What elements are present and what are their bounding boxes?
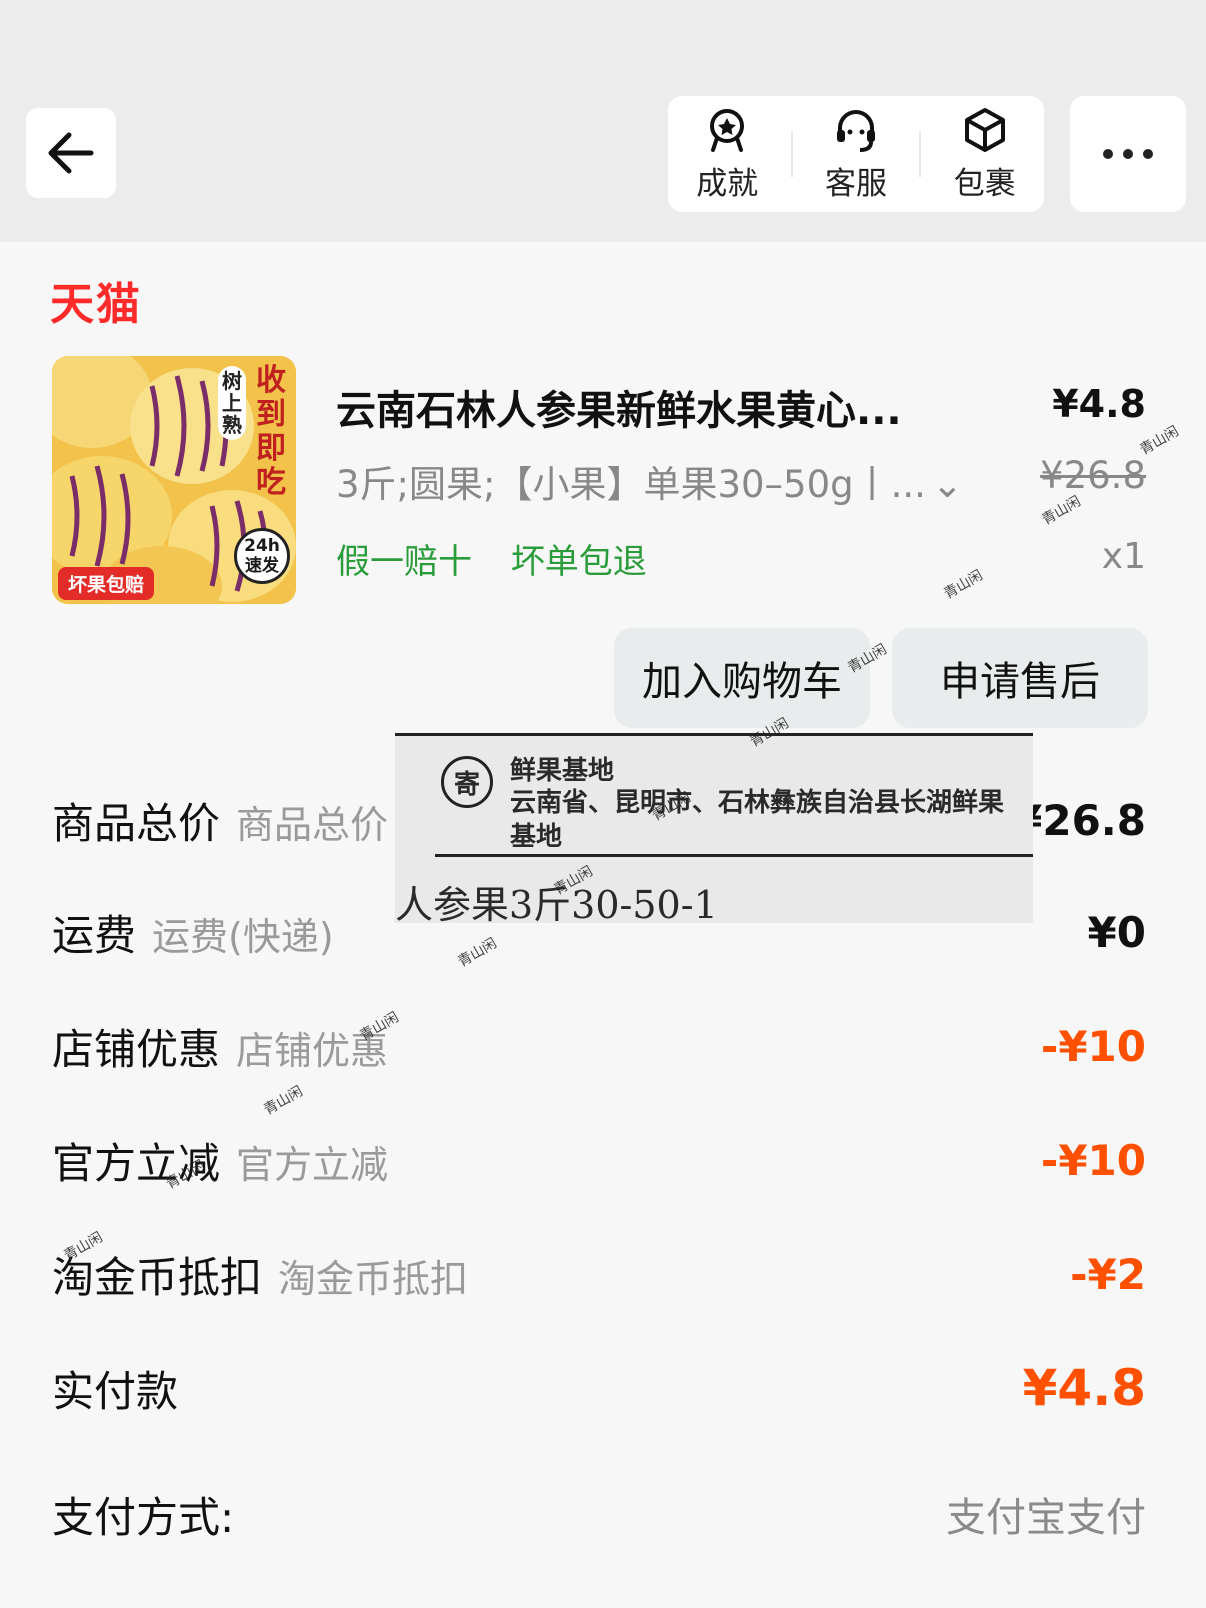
logo-stamp: 寄: [441, 756, 493, 808]
package-label-photo: 寄 鲜果基地 云南省、昆明市、石林彝族自治县长湖鲜果 基地 人参果3斤30-50…: [395, 733, 1033, 927]
summary-row-shop-discount: 店铺优惠 店铺优惠 -¥10: [52, 1016, 1146, 1076]
customer-service-button[interactable]: 客服: [801, 106, 911, 203]
more-dot-icon: [1143, 149, 1153, 159]
package-icon: [964, 107, 1005, 152]
guarantee-badges: 假一赔十 坏单包退: [336, 534, 675, 583]
package-label: 包裹: [953, 165, 1016, 202]
shop-name[interactable]: 天猫: [50, 268, 142, 332]
summary-row-payment-method: 支付方式: 支付宝支付: [52, 1484, 1146, 1544]
headset-icon: [836, 109, 875, 152]
product-price: ¥4.8: [1052, 382, 1146, 426]
thumb-side-text: 树上熟: [218, 366, 246, 440]
achievement-label: 成就: [696, 165, 759, 202]
quantity: x1: [1101, 536, 1146, 577]
summary-label: 支付方式:: [52, 1492, 235, 1542]
chevron-down-icon: ⌄: [931, 463, 963, 506]
summary-sublabel: 商品总价: [236, 802, 389, 847]
label-line: 云南省、昆明市、石林彝族自治县长湖鲜果: [510, 788, 1005, 818]
thumb-stamp: 24h 速发: [234, 528, 290, 584]
summary-label: 店铺优惠: [52, 1024, 221, 1074]
top-bar: 成就 客服 包裹: [0, 0, 1206, 242]
summary-value: -¥10: [1040, 1135, 1146, 1185]
original-price: ¥26.8: [1040, 454, 1146, 497]
summary-label: 运费: [52, 910, 137, 960]
divider: [435, 854, 1033, 857]
package-button[interactable]: 包裹: [930, 106, 1040, 203]
medal-icon: [710, 108, 745, 152]
paid-amount: ¥4.8: [1022, 1359, 1146, 1417]
summary-label: 实付款: [52, 1366, 179, 1416]
summary-sublabel: 官方立减: [236, 1142, 389, 1187]
summary-label: 商品总价: [52, 798, 221, 848]
back-button[interactable]: [26, 108, 116, 198]
summary-row-official-discount: 官方立减 官方立减 -¥10: [52, 1130, 1146, 1190]
summary-value: -¥10: [1040, 1021, 1146, 1071]
product-thumbnail[interactable]: 收到即吃 树上熟 24h 速发 坏果包赔: [52, 356, 296, 604]
more-dot-icon: [1103, 149, 1113, 159]
summary-row-coin-deduction: 淘金币抵扣 淘金币抵扣 -¥2: [52, 1244, 1146, 1304]
thumb-tag: 坏果包赔: [58, 567, 155, 600]
header-actions: 成就 客服 包裹: [668, 96, 1044, 212]
arrow-left-icon: [48, 132, 94, 174]
summary-sublabel: 运费(快递): [152, 914, 334, 959]
divider: [919, 131, 922, 177]
summary-sublabel: 淘金币抵扣: [278, 1256, 469, 1301]
after-sales-button[interactable]: 申请售后: [892, 628, 1148, 728]
summary-value: -¥2: [1070, 1249, 1146, 1299]
thumb-slogan: 收到即吃: [256, 363, 286, 500]
payment-method: 支付宝支付: [946, 1495, 1146, 1541]
customer-service-label: 客服: [824, 165, 887, 202]
divider: [790, 131, 793, 177]
label-line: 基地: [510, 822, 563, 852]
product-spec[interactable]: 3斤;圆果;【小果】单果30–50g丨... ⌄: [336, 454, 1016, 508]
spec-text: 3斤;圆果;【小果】单果30–50g丨...: [336, 463, 926, 506]
summary-value: ¥26.8: [1013, 795, 1146, 845]
more-button[interactable]: [1070, 96, 1186, 212]
more-dot-icon: [1123, 149, 1133, 159]
summary-value: ¥0: [1087, 907, 1146, 957]
summary-row-paid: 实付款 ¥4.8: [52, 1358, 1146, 1418]
guarantee-badge: 假一赔十: [336, 542, 472, 582]
add-to-cart-button[interactable]: 加入购物车: [614, 628, 870, 728]
achievement-button[interactable]: 成就: [672, 106, 782, 203]
product-title[interactable]: 云南石林人参果新鲜水果黄心...: [336, 378, 976, 436]
guarantee-badge: 坏单包退: [510, 542, 647, 582]
